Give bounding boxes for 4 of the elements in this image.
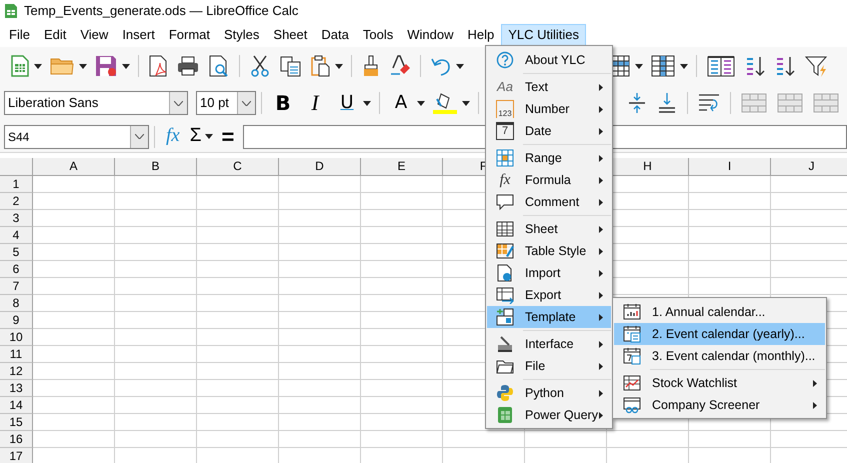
text-style-icon: Aa bbox=[496, 78, 514, 96]
number-format-icon: 123 bbox=[496, 100, 514, 118]
window-title: Temp_Events_generate.ods — LibreOffice Calc bbox=[24, 2, 298, 20]
date-icon: 7 bbox=[496, 122, 514, 140]
